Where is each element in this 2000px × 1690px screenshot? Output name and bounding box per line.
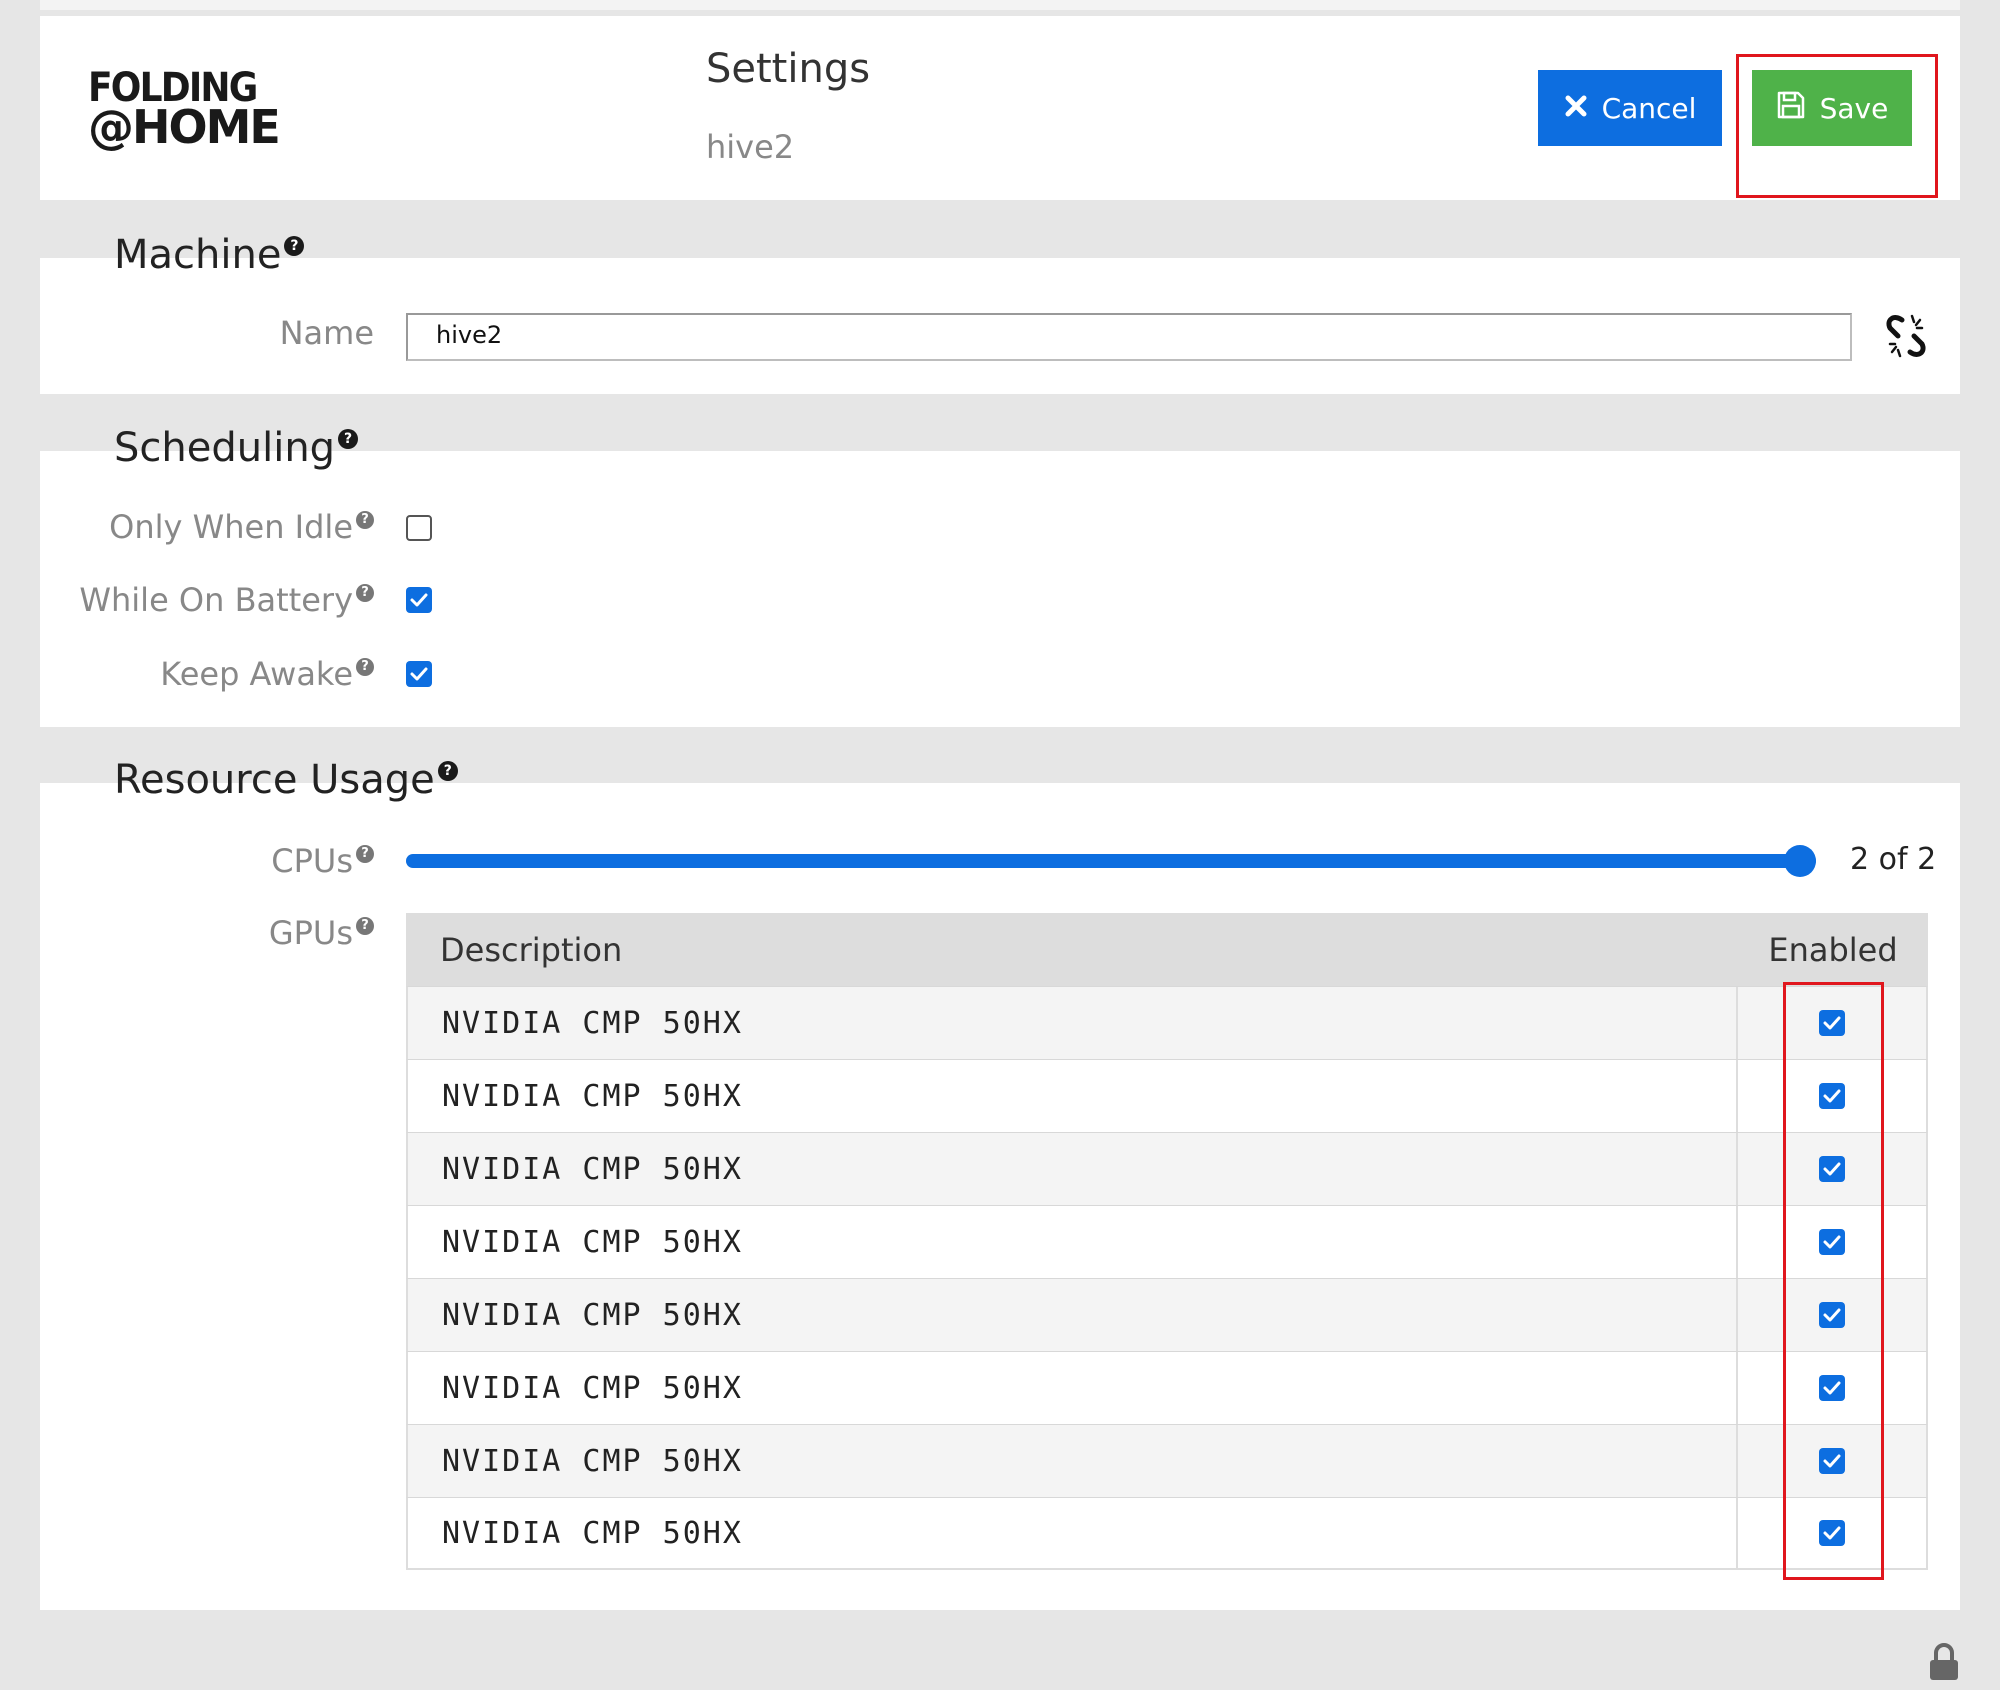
machine-heading-text: Machine [114,232,282,278]
gpu-description: NVIDIA CMP 50HX [408,1133,1738,1205]
logo-line-1: FOLDING [88,65,258,111]
question-circle-icon[interactable]: ? [356,658,374,676]
check-icon [410,667,428,681]
gpu-description: NVIDIA CMP 50HX [408,1352,1738,1424]
lock-icon[interactable] [1928,1642,1960,1682]
cpus-value: 2 of 2 [1850,842,1937,877]
gpus-label: GPUs? [269,914,374,952]
keep-awake-checkbox[interactable] [406,661,432,687]
gpu-description: NVIDIA CMP 50HX [408,987,1738,1059]
header-panel: FOLDING @HOME Settings hive2 Cancel Save [40,16,1960,200]
cancel-button-label: Cancel [1601,91,1697,125]
while-on-battery-text: While On Battery [79,581,353,619]
only-when-idle-label: Only When Idle? [109,508,374,546]
question-circle-icon[interactable]: ? [356,584,374,602]
gpu-description: NVIDIA CMP 50HX [408,1206,1738,1278]
gpu-description: NVIDIA CMP 50HX [408,1060,1738,1132]
while-on-battery-checkbox[interactable] [406,587,432,613]
table-row: NVIDIA CMP 50HX [406,1351,1928,1424]
enabled-column-header: Enabled [1768,930,1898,969]
save-highlight-box [1736,54,1938,198]
question-circle-icon[interactable]: ? [284,236,305,256]
gpu-table-body: NVIDIA CMP 50HX NVIDIA CMP 50HX NVIDIA CMP… [406,986,1928,1570]
cpus-slider-track[interactable] [406,854,1816,868]
check-icon [410,593,428,607]
unlink-icon[interactable] [1882,310,1930,362]
scheduling-heading: Scheduling? [114,425,359,471]
description-column-header: Description [440,930,623,969]
gpu-description: NVIDIA CMP 50HX [408,1425,1738,1497]
machine-name-input[interactable]: hive2 [406,313,1852,361]
cancel-button[interactable]: Cancel [1538,70,1722,146]
gpu-table: Description Enabled NVIDIA CMP 50HX NVIDI… [406,913,1928,1570]
table-row: NVIDIA CMP 50HX [406,1278,1928,1351]
table-row: NVIDIA CMP 50HX [406,1132,1928,1205]
keep-awake-text: Keep Awake [160,655,353,693]
table-row: NVIDIA CMP 50HX [406,986,1928,1059]
gpu-table-header: Description Enabled [406,913,1928,986]
table-row: NVIDIA CMP 50HX [406,1205,1928,1278]
question-circle-icon[interactable]: ? [338,429,359,449]
table-row: NVIDIA CMP 50HX [406,1497,1928,1570]
while-on-battery-label: While On Battery? [79,581,374,619]
machine-heading: Machine? [114,232,305,278]
only-when-idle-checkbox[interactable] [406,515,432,541]
top-divider [40,0,1960,10]
cpus-slider-handle[interactable] [1784,845,1816,877]
close-icon [1564,92,1588,125]
page-subtitle: hive2 [706,128,795,166]
question-circle-icon[interactable]: ? [437,761,458,781]
folding-at-home-logo: FOLDING @HOME [88,65,281,150]
gpu-description: NVIDIA CMP 50HX [408,1498,1738,1568]
gpu-description: NVIDIA CMP 50HX [408,1279,1738,1351]
only-when-idle-text: Only When Idle [109,508,353,546]
cpus-label: CPUs? [271,842,374,880]
resource-usage-heading-text: Resource Usage [114,757,435,803]
table-row: NVIDIA CMP 50HX [406,1059,1928,1132]
question-circle-icon[interactable]: ? [356,917,374,935]
name-label: Name [279,314,374,352]
enabled-column-highlight-box [1783,982,1884,1580]
page-title: Settings [706,46,871,92]
gpus-label-text: GPUs [268,914,353,952]
resource-usage-heading: Resource Usage? [114,757,458,803]
cpus-label-text: CPUs [271,842,353,880]
table-row: NVIDIA CMP 50HX [406,1424,1928,1497]
question-circle-icon[interactable]: ? [356,845,374,863]
scheduling-heading-text: Scheduling [114,425,336,471]
keep-awake-label: Keep Awake? [160,655,374,693]
question-circle-icon[interactable]: ? [356,511,374,529]
